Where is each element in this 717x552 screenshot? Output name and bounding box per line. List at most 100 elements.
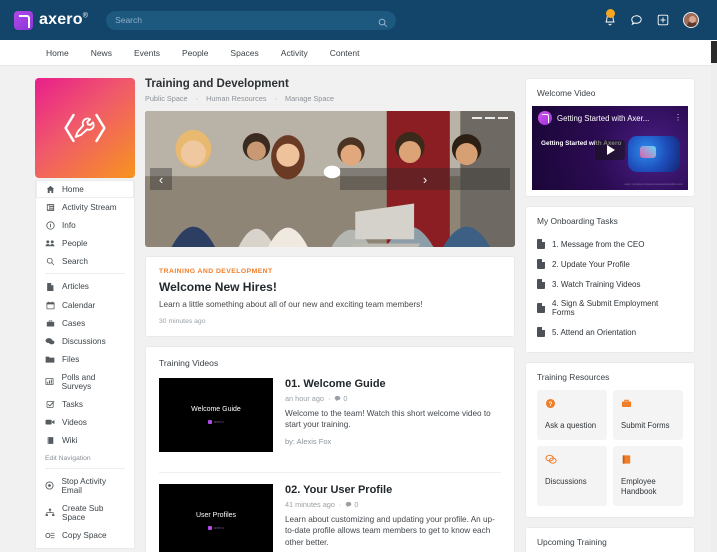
sidebar-item-files[interactable]: Files <box>36 350 134 368</box>
embed-video-title[interactable]: Getting Started with Axer... <box>557 114 669 123</box>
people-icon <box>45 239 55 248</box>
discussion-icon <box>45 337 55 346</box>
sidebar-item-activity-stream[interactable]: Activity Stream <box>36 198 134 216</box>
task-item[interactable]: 1. Message from the CEO <box>537 234 683 254</box>
user-avatar[interactable] <box>683 12 699 28</box>
video-player-embed[interactable]: Getting Started with Axer... ⋮ Getting S… <box>532 106 688 190</box>
sidebar-item-info[interactable]: Info <box>36 216 134 234</box>
hero-carousel[interactable]: ‹ › <box>145 111 515 247</box>
sidebar-item-stop-activity-email[interactable]: Stop Activity Email <box>36 472 134 499</box>
svg-text:?: ? <box>549 401 553 408</box>
task-item[interactable]: 2. Update Your Profile <box>537 254 683 274</box>
task-label: 4. Sign & Submit Employment Forms <box>552 299 659 317</box>
resource-tile-submit-forms[interactable]: Submit Forms <box>613 390 683 441</box>
sidebar-item-search[interactable]: Search <box>36 252 134 270</box>
nav-item-news[interactable]: News <box>91 48 112 58</box>
task-item[interactable]: 4. Sign & Submit Employment Forms <box>537 294 683 322</box>
sidebar-divider <box>45 273 125 274</box>
nav-item-spaces[interactable]: Spaces <box>230 48 258 58</box>
sidebar-item-create-sub-space[interactable]: Create Sub Space <box>36 499 134 526</box>
breadcrumb-item-human-resources[interactable]: Human Resources <box>206 94 266 103</box>
axero-logo[interactable]: axero® <box>14 10 89 30</box>
task-item[interactable]: 3. Watch Training Videos <box>537 274 683 294</box>
search-input[interactable] <box>115 15 388 25</box>
sidebar-item-people[interactable]: People <box>36 234 134 252</box>
video-info: 01. Welcome Guide an hour ago · 0 Welcom… <box>285 378 501 452</box>
article-icon <box>45 282 55 292</box>
video-thumbnail[interactable]: User Profiles axero <box>159 484 273 552</box>
sidebar-label: Info <box>62 220 76 230</box>
task-item[interactable]: 5. Attend an Orientation <box>537 322 683 342</box>
space-avatar[interactable] <box>35 78 135 178</box>
sidebar-label: Stop Activity Email <box>61 476 107 495</box>
more-vertical-icon[interactable]: ⋮ <box>674 113 682 122</box>
resource-tile-discussions[interactable]: Discussions <box>537 446 607 507</box>
sidebar-item-tasks[interactable]: Tasks <box>36 395 134 413</box>
onboarding-tasks-widget: My Onboarding Tasks 1. Message from the … <box>525 206 695 353</box>
training-videos-card: Training Videos Welcome Guide axero 01. … <box>145 346 515 552</box>
upcoming-training-title: Upcoming Training <box>537 537 607 548</box>
carousel-next-button[interactable]: › <box>340 168 510 190</box>
breadcrumb-item-public-space[interactable]: Public Space <box>145 94 188 103</box>
video-list-item[interactable]: Welcome Guide axero 01. Welcome Guide an… <box>159 378 501 462</box>
meta-separator: · <box>338 500 342 509</box>
chat-bubble-icon[interactable] <box>630 14 643 27</box>
edit-navigation-label: Edit Navigation <box>45 455 91 462</box>
axero-logo-text: axero® <box>39 11 89 28</box>
add-grid-icon[interactable] <box>657 14 669 26</box>
carousel-prev-button[interactable]: ‹ <box>150 168 172 190</box>
page-scrollbar-track[interactable] <box>711 41 717 552</box>
video-title[interactable]: 01. Welcome Guide <box>285 378 501 390</box>
task-check-icon <box>45 400 55 409</box>
sidebar-label: Tasks <box>62 399 83 409</box>
sidebar-item-articles[interactable]: Articles <box>36 277 134 296</box>
featured-description: Learn a little something about all of ou… <box>159 300 423 309</box>
resource-tile-ask-a-question[interactable]: ? Ask a question <box>537 390 607 441</box>
sidebar-item-home[interactable]: Home <box>36 180 134 198</box>
primary-navigation: Home News Events People Spaces Activity … <box>0 40 717 66</box>
page-scrollbar-thumb[interactable] <box>711 41 717 63</box>
thumbnail-label: User Profiles <box>195 512 237 519</box>
question-circle-icon: ? <box>545 398 599 412</box>
notification-bell-icon[interactable] <box>604 8 616 27</box>
sidebar-divider-2 <box>45 468 125 469</box>
play-triangle <box>607 144 615 155</box>
nav-item-people[interactable]: People <box>182 48 208 58</box>
stop-circle-icon <box>45 481 54 490</box>
video-thumbnail[interactable]: Welcome Guide axero <box>159 378 273 452</box>
sidebar-label: Wiki <box>62 435 78 445</box>
global-search-box[interactable] <box>106 10 397 33</box>
sidebar-item-discussions[interactable]: Discussions <box>36 332 134 350</box>
comment-count-value: 0 <box>343 394 348 403</box>
sidebar-item-videos[interactable]: Videos <box>36 413 134 431</box>
sidebar-item-wiki[interactable]: Wiki <box>36 431 134 449</box>
carousel-dot[interactable] <box>472 117 482 119</box>
sidebar-item-polls-and-surveys[interactable]: Polls and Surveys <box>36 368 134 395</box>
onboarding-task-list: 1. Message from the CEO 2. Update Your P… <box>526 234 694 352</box>
video-time: 41 minutes ago <box>285 500 335 509</box>
document-icon <box>537 239 545 249</box>
nav-item-home[interactable]: Home <box>46 48 69 58</box>
video-title[interactable]: 02. Your User Profile <box>285 484 501 496</box>
play-button-icon[interactable] <box>595 139 625 160</box>
nav-item-activity[interactable]: Activity <box>281 48 308 58</box>
search-icon[interactable] <box>378 15 388 33</box>
sidebar-item-calendar[interactable]: Calendar <box>36 296 134 314</box>
resource-tile-grid: ? Ask a question Submit Forms Discussion… <box>526 390 694 517</box>
nav-item-content[interactable]: Content <box>330 48 360 58</box>
resource-tile-employee-handbook[interactable]: Employee Handbook <box>613 446 683 507</box>
top-header-bar: axero® <box>0 0 717 40</box>
featured-headline[interactable]: Welcome New Hires! <box>159 280 501 294</box>
carousel-indicators[interactable] <box>472 117 508 119</box>
carousel-dot[interactable] <box>498 117 508 119</box>
carousel-dot[interactable] <box>485 117 495 119</box>
sidebar-item-cases[interactable]: Cases <box>36 314 134 332</box>
breadcrumb-item-manage-space[interactable]: Manage Space <box>285 94 334 103</box>
featured-post-card[interactable]: TRAINING AND DEVELOPMENT Welcome New Hir… <box>145 256 515 337</box>
thumbnail-brand-text: axero <box>214 420 224 424</box>
sidebar-item-copy-space[interactable]: Copy Space <box>36 526 134 544</box>
video-info: 02. Your User Profile 41 minutes ago · 0… <box>285 484 501 552</box>
nav-item-events[interactable]: Events <box>134 48 160 58</box>
comments-icon <box>545 454 599 468</box>
video-list-item[interactable]: User Profiles axero 02. Your User Profil… <box>159 472 501 552</box>
